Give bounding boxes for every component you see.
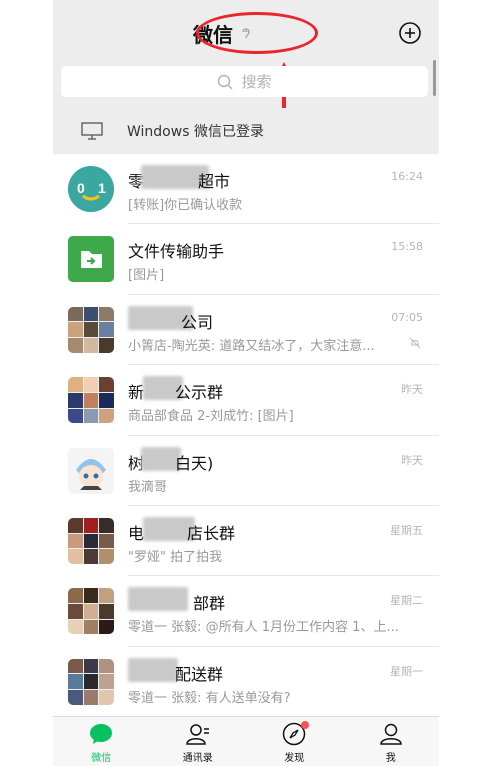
chat-name: 电: [128, 523, 145, 543]
search-input[interactable]: 搜索: [61, 66, 428, 97]
svg-text:0: 0: [77, 180, 85, 196]
group-avatar: [68, 658, 114, 705]
chat-bubble-icon: [90, 724, 113, 744]
annotation-ellipse: [196, 12, 318, 54]
group-avatar: [68, 588, 114, 635]
tab-chats[interactable]: 微信: [53, 717, 150, 766]
contacts-icon: [185, 724, 209, 745]
chat-row[interactable]: 电 店长群 "罗娅" 拍了拍我 星期五: [53, 505, 439, 577]
chat-last-message: 我滴哥: [128, 479, 168, 495]
top-bar: 微信 搜索: [53, 0, 439, 110]
avatar: [68, 447, 114, 494]
tab-discover[interactable]: 发现: [246, 717, 343, 766]
chat-last-message: "罗娅" 拍了拍我: [128, 549, 223, 565]
tab-label: 我: [385, 753, 396, 764]
wechat-screen: 微信 搜索 Windows 微信已登录 0 1 零 超市 [转账]你已确认收款 …: [53, 0, 439, 766]
chat-row[interactable]: 公司 小箐店-陶光英: 道路又结冰了，大家注意... 07:05: [53, 294, 439, 366]
group-avatar: [68, 306, 114, 353]
chat-name-tail: 超市: [198, 172, 231, 191]
scrollbar[interactable]: [433, 60, 436, 96]
chat-last-message: 商品部食品 2-刘成竹: [图片]: [128, 409, 294, 425]
svg-text:1: 1: [98, 180, 106, 196]
chat-time: 15:58: [391, 240, 423, 254]
chat-time: 星期五: [390, 523, 423, 537]
plus-circle-icon[interactable]: [399, 22, 421, 44]
chat-name-tail: 店长群: [187, 523, 236, 543]
tab-label: 微信: [91, 753, 112, 764]
chat-row[interactable]: 部群 零道一 张毅: @所有人 1月份工作内容 1、上... 星期二: [53, 576, 439, 647]
chat-last-message: 零道一 张毅: @所有人 1月份工作内容 1、上...: [128, 620, 398, 636]
tab-me[interactable]: 我: [343, 717, 440, 766]
desktop-login-text: Windows 微信已登录: [127, 124, 264, 140]
chat-time: 星期一: [390, 664, 423, 678]
bottom-tab-bar: 微信 通讯录 发现 我: [53, 716, 439, 766]
redacted-block: [128, 657, 178, 682]
chat-time: 星期二: [390, 594, 423, 608]
person-icon: [379, 723, 402, 745]
chat-row[interactable]: 配送群 零道一 张毅: 有人送单没有? 星期一: [53, 646, 439, 718]
notification-dot: [301, 721, 309, 729]
chat-row[interactable]: 树 白天) 我滴哥 昨天: [53, 435, 439, 506]
file-transfer-icon: [68, 236, 114, 283]
search-placeholder: 搜索: [241, 73, 272, 91]
chat-name-tail: 公示群: [175, 383, 224, 403]
tab-label: 通讯录: [182, 753, 213, 764]
search-icon: [218, 74, 234, 90]
chat-row[interactable]: 0 1 零 超市 [转账]你已确认收款 16:24: [53, 154, 439, 225]
chat-last-message: 小箐店-陶光英: 道路又结冰了，大家注意...: [128, 338, 375, 354]
chat-name: 新: [128, 383, 145, 403]
redacted-block: [128, 587, 188, 612]
desktop-login-bar[interactable]: Windows 微信已登录: [53, 108, 439, 154]
avatar: 0 1: [68, 166, 114, 212]
chat-name-tail: 白天): [175, 453, 214, 473]
tab-contacts[interactable]: 通讯录: [150, 717, 247, 766]
monitor-icon: [81, 122, 103, 140]
chat-name-tail: 公司: [181, 312, 214, 332]
chat-list: 0 1 零 超市 [转账]你已确认收款 16:24 文件传输助手 [图片] 15…: [53, 154, 439, 718]
chat-name-tail: 部群: [193, 594, 226, 614]
chat-last-message: [图片]: [128, 268, 165, 284]
group-avatar: [68, 517, 114, 564]
chat-name-tail: 配送群: [175, 664, 224, 684]
group-avatar: [68, 377, 114, 424]
chat-name: 文件传输助手: [128, 242, 225, 262]
chat-last-message: [转账]你已确认收款: [128, 198, 243, 213]
chat-last-message: 零道一 张毅: 有人送单没有?: [128, 690, 291, 706]
chat-time: 16:24: [391, 170, 423, 183]
tab-label: 发现: [284, 753, 305, 764]
bell-muted-icon: [409, 337, 421, 349]
chat-time: 昨天: [401, 383, 423, 397]
chat-row[interactable]: 文件传输助手 [图片] 15:58: [53, 224, 439, 295]
chat-time: 昨天: [401, 453, 423, 467]
chat-time: 07:05: [391, 310, 423, 324]
chat-row[interactable]: 新 公示群 商品部食品 2-刘成竹: [图片] 昨天: [53, 365, 439, 436]
